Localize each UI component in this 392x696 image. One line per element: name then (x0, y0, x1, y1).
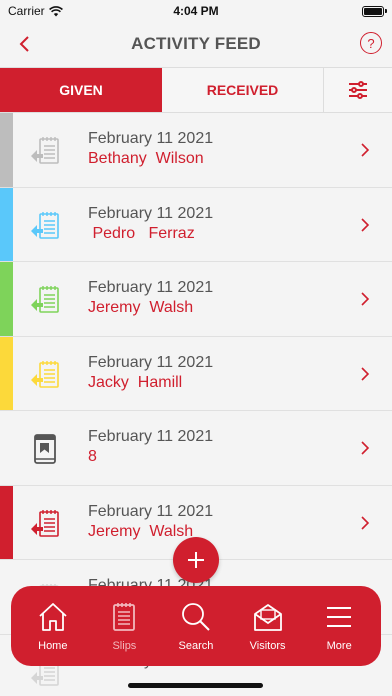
nav-visitors[interactable]: Visitors (236, 600, 300, 652)
chevron-right-icon (361, 217, 370, 232)
menu-icon (327, 607, 352, 627)
feed-name: Jacky Hamill (88, 373, 183, 391)
feed-row[interactable]: February 11 2021 Jacky Hamill (0, 336, 392, 411)
home-indicator (128, 683, 263, 688)
feed-row[interactable]: February 11 2021 Jeremy Walsh (0, 262, 392, 337)
plus-icon (188, 552, 204, 568)
category-color-bar (0, 485, 13, 559)
nav-slips[interactable]: Slips (92, 600, 156, 652)
search-icon (182, 603, 210, 631)
nav-label: Search (178, 640, 214, 652)
battery-icon (362, 5, 387, 17)
wifi-icon (48, 5, 63, 16)
sliders-icon (349, 81, 367, 99)
home-icon (39, 603, 67, 631)
slip-given-icon (31, 286, 59, 313)
status-left: Carrier (8, 4, 63, 18)
feed-name: Jeremy Walsh (88, 299, 194, 316)
slips-icon (113, 603, 136, 631)
category-color-bar (0, 113, 13, 187)
feed-row[interactable]: February 11 2021 Bethany Wilson (0, 113, 392, 188)
nav-label: Slips (112, 640, 137, 652)
slip-given-icon (31, 137, 59, 164)
feed-row[interactable]: February 11 2021 Pedro Ferraz (0, 187, 392, 262)
feed-name: Jeremy Walsh (88, 522, 194, 540)
feed-name: 8 (88, 448, 97, 465)
tab-bar: GIVEN RECEIVED (0, 67, 392, 113)
nav-label: Visitors (249, 640, 286, 652)
bottom-nav: Home Slips Search Visitors More (11, 586, 381, 666)
category-color-bar (0, 187, 13, 261)
tab-given[interactable]: GIVEN (0, 68, 162, 112)
help-button[interactable]: ? (360, 32, 382, 54)
status-bar: Carrier 4:04 PM (0, 0, 392, 22)
visitors-icon (253, 604, 282, 631)
chevron-right-icon (361, 366, 370, 381)
header: ACTIVITY FEED ? (0, 22, 392, 66)
feed-date: February 11 2021 (88, 130, 214, 147)
book-icon (34, 434, 56, 464)
feed-date: February 11 2021 (88, 204, 214, 222)
feed-date: February 11 2021 (88, 279, 214, 296)
feed-row[interactable]: February 11 2021 8 (0, 411, 392, 486)
slip-given-icon (31, 360, 59, 388)
filter-button[interactable] (324, 68, 392, 112)
slip-given-icon (31, 211, 59, 239)
nav-home[interactable]: Home (21, 600, 85, 652)
nav-search[interactable]: Search (164, 600, 228, 652)
chevron-right-icon (361, 515, 370, 530)
slip-given-icon (31, 509, 59, 537)
back-button[interactable] (10, 30, 38, 58)
nav-label: Home (38, 640, 68, 652)
feed-date: February 11 2021 (88, 428, 214, 445)
chevron-right-icon (361, 441, 370, 455)
category-color-bar (0, 262, 13, 336)
nav-label: More (326, 640, 352, 652)
add-button[interactable] (173, 537, 219, 583)
nav-more[interactable]: More (307, 600, 371, 652)
chevron-left-icon (19, 36, 29, 52)
page-title: ACTIVITY FEED (131, 34, 261, 53)
category-color-bar (0, 411, 13, 485)
feed-name: Bethany Wilson (88, 150, 204, 167)
category-color-bar (0, 336, 13, 410)
feed-date: February 11 2021 (88, 502, 214, 520)
feed-name: Pedro Ferraz (88, 224, 195, 242)
feed-date: February 11 2021 (88, 353, 214, 371)
chevron-right-icon (361, 292, 370, 306)
tab-received[interactable]: RECEIVED (162, 68, 324, 112)
chevron-right-icon (361, 143, 370, 157)
carrier-label: Carrier (8, 4, 45, 18)
